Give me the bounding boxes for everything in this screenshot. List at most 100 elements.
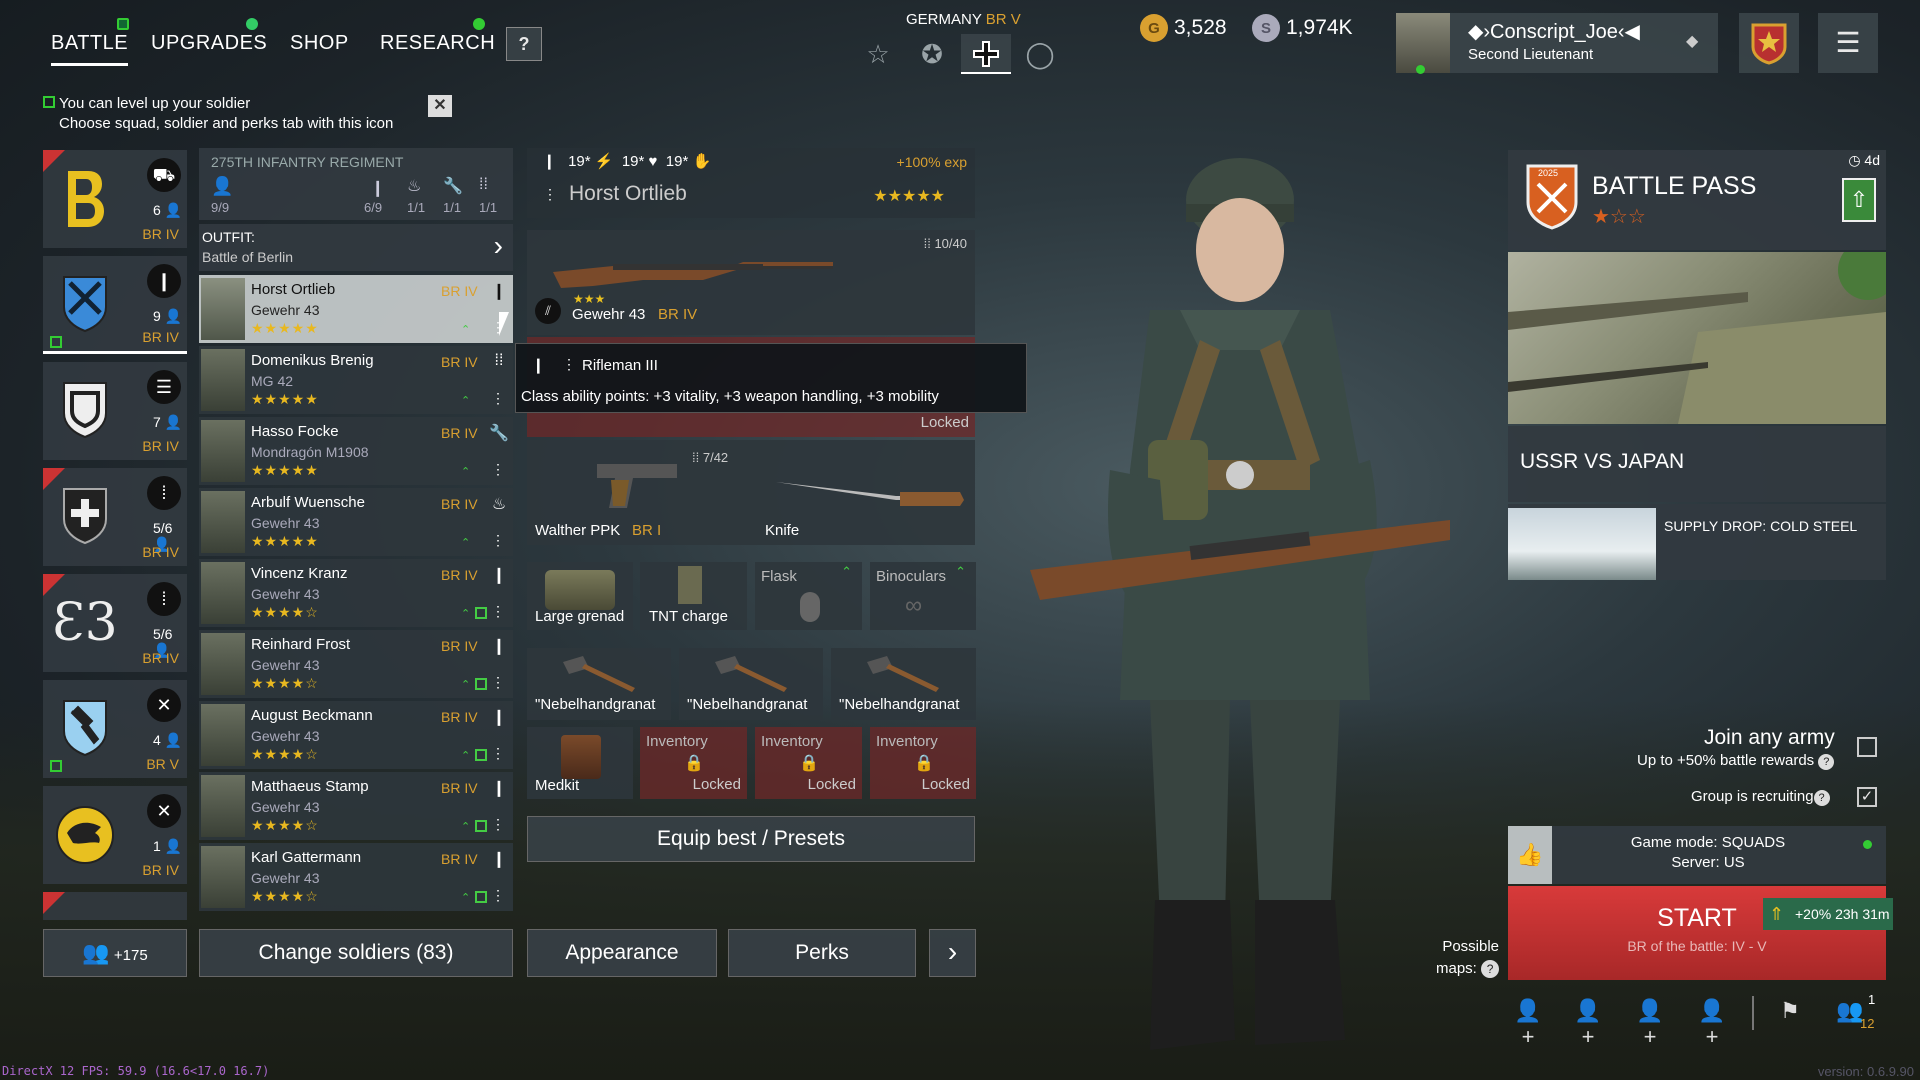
slot-label: Medkit — [535, 777, 580, 794]
squad-card-mg[interactable]: Ɛ3 ⁞ 5/6 👤 BR IV — [43, 574, 187, 672]
invite-friend-icon[interactable]: 👤+ — [1692, 998, 1732, 1049]
medkit-image — [561, 735, 601, 779]
change-soldiers-button[interactable]: Change soldiers (83) — [199, 929, 513, 977]
army-tab-germany[interactable] — [961, 34, 1011, 74]
soldier-br: BR IV — [441, 283, 478, 299]
soldier-stars: ★★★★☆ — [251, 888, 319, 904]
squad-emblem-cross — [53, 480, 117, 554]
appearance-button[interactable]: Appearance — [527, 929, 717, 977]
soldier-portrait — [201, 633, 245, 695]
group-recruiting-checkbox[interactable]: ✓ — [1857, 787, 1877, 807]
event-title-card[interactable]: USSR VS JAPAN — [1508, 426, 1886, 502]
close-hint-button[interactable]: ✕ — [428, 95, 452, 117]
soldier-menu-icon[interactable]: ⋮ — [491, 390, 505, 407]
squad-card-vehicle[interactable]: ⛟ 6 👤 BR IV — [43, 150, 187, 248]
possible-maps[interactable]: Possible maps: ? — [1436, 936, 1500, 980]
pistol-slot[interactable]: ⁞⁞ 7/42 Walther PPK BR I — [527, 440, 747, 545]
party-online-count: 12 — [1860, 1016, 1875, 1031]
squad-card-tank[interactable]: ✕ 1 👤 BR IV — [43, 786, 187, 884]
soldier-row[interactable]: Reinhard Frost Gewehr 43 ★★★★☆ BR IV ❙ ⌃… — [199, 630, 513, 698]
event-banner-image[interactable] — [1508, 240, 1898, 424]
soldier-menu-icon[interactable]: ⋮ — [491, 674, 505, 691]
add-squad-button[interactable]: 👥 +175 — [43, 929, 187, 977]
equipment-slot[interactable]: Binoculars ∞ ⌃ — [870, 562, 976, 630]
soldier-menu-icon[interactable]: ⋮ — [491, 461, 505, 478]
level-up-icon — [43, 96, 55, 108]
invite-friend-icon[interactable]: 👤+ — [1630, 998, 1670, 1049]
rank-badge-button[interactable] — [1739, 13, 1799, 73]
equipment-slot[interactable]: Large grenad — [527, 562, 633, 630]
profile-card[interactable]: ◆›Conscript_Joe‹◀ Second Lieutenant ◆ — [1396, 13, 1718, 74]
pistol-name: Walther PPK — [535, 522, 621, 539]
squad-card-engineer[interactable]: ✕ 4 👤 BR V — [43, 680, 187, 778]
squad-card-medic[interactable]: ⁞ 5/6 👤 BR IV — [43, 468, 187, 566]
soldier-menu-icon[interactable]: ⋮ — [491, 887, 505, 904]
army-tab-usa[interactable]: ☆ — [853, 34, 903, 74]
perks-button[interactable]: Perks — [728, 929, 916, 977]
soldier-weapon: Gewehr 43 — [251, 657, 320, 673]
soldier-row[interactable]: Karl Gattermann Gewehr 43 ★★★★☆ BR IV ❙ … — [199, 843, 513, 911]
thumbs-up-icon[interactable]: 👍 — [1508, 826, 1552, 884]
soldier-br: BR IV — [441, 638, 478, 654]
soldier-br: BR IV — [441, 780, 478, 796]
grenade-slot[interactable]: "Nebelhandgranat — [679, 648, 823, 720]
inventory-slot[interactable]: Inventory 🔒 Locked — [640, 727, 747, 799]
crossed-tools-icon: ✕ — [147, 794, 181, 828]
inventory-slot[interactable]: Inventory 🔒 Locked — [755, 727, 862, 799]
silver-currency[interactable]: S 1,974K — [1252, 14, 1353, 42]
soldier-row[interactable]: August Beckmann Gewehr 43 ★★★★☆ BR IV ❙ … — [199, 701, 513, 769]
tab-upgrades[interactable]: UPGRADES — [151, 32, 267, 55]
grenade-slot[interactable]: "Nebelhandgranat — [831, 648, 976, 720]
army-tab-ussr[interactable]: ✪ — [907, 34, 957, 74]
soldier-row[interactable]: Arbulf Wuensche Gewehr 43 ★★★★★ BR IV ♨ … — [199, 488, 513, 556]
next-button[interactable]: › — [929, 929, 976, 977]
soldier-row[interactable]: Domenikus Brenig MG 42 ★★★★★ BR IV ⁞⁞ ⌃ … — [199, 346, 513, 414]
soldier-menu-icon: ⋮ — [562, 356, 576, 372]
exp-bonus: +100% exp — [896, 154, 967, 170]
gold-currency[interactable]: G 3,528 — [1140, 14, 1227, 42]
squad-card-rifle[interactable]: ❙ 9 👤 BR IV — [43, 256, 187, 354]
flag-icon[interactable]: ⚑ — [1770, 998, 1810, 1032]
rifle-class-icon: ❙ — [492, 567, 506, 584]
medkit-slot[interactable]: Medkit — [527, 727, 633, 799]
supply-drop-card[interactable]: SUPPLY DROP: COLD STEEL — [1508, 504, 1886, 580]
equipment-slot[interactable]: Flask ⌃ — [755, 562, 862, 630]
soldier-menu-icon[interactable]: ⋮ — [543, 186, 557, 203]
tab-research[interactable]: RESEARCH — [380, 32, 495, 55]
soldier-row[interactable]: Horst Ortlieb Gewehr 43 ★★★★★ BR IV ❙ ⌃ … — [199, 275, 513, 343]
inventory-slot[interactable]: Inventory 🔒 Locked — [870, 727, 976, 799]
soldier-menu-icon[interactable]: ⋮ — [491, 603, 505, 620]
soldier-name: Hasso Focke — [251, 423, 339, 440]
melee-slot[interactable]: Knife — [751, 440, 975, 545]
tab-battle[interactable]: BATTLE — [51, 32, 129, 66]
soldier-row[interactable]: Hasso Focke Mondragón M1908 ★★★★★ BR IV … — [199, 417, 513, 485]
game-mode-card[interactable]: 👍 Game mode: SQUADS Server: US — [1508, 826, 1886, 884]
mouse-cursor-icon — [499, 312, 509, 336]
outfit-label: OUTFIT: — [202, 229, 255, 245]
grenade-slot[interactable]: "Nebelhandgranat — [527, 648, 671, 720]
help-circle-icon: ? — [1818, 754, 1835, 770]
soldier-row[interactable]: Matthaeus Stamp Gewehr 43 ★★★★☆ BR IV ❙ … — [199, 772, 513, 840]
outfit-selector[interactable]: OUTFIT: Battle of Berlin › — [199, 224, 513, 271]
soldier-row[interactable]: Vincenz Kranz Gewehr 43 ★★★★☆ BR IV ❙ ⌃ … — [199, 559, 513, 627]
squad-card-assault[interactable]: ☰ 7 👤 BR IV — [43, 362, 187, 460]
battle-pass-card[interactable]: 2025 BATTLE PASS ★☆☆ ◷ 4d ⇧ — [1508, 150, 1886, 250]
soldier-menu-icon[interactable]: ⋮ — [491, 745, 505, 762]
soldier-menu-icon[interactable]: ⋮ — [491, 532, 505, 549]
equipment-slot[interactable]: TNT charge — [640, 562, 747, 630]
soldier-name: Domenikus Brenig — [251, 352, 374, 369]
army-label: GERMANY BR V — [906, 11, 1021, 28]
invite-friend-icon[interactable]: 👤+ — [1508, 998, 1548, 1049]
start-button[interactable]: START BR of the battle: IV - V ⇑ +20% 23h… — [1508, 886, 1893, 980]
soldier-menu-icon[interactable]: ⋮ — [491, 816, 505, 833]
invite-friend-icon[interactable]: 👤+ — [1568, 998, 1608, 1049]
primary-weapon-slot[interactable]: ★★★ ⫽ Gewehr 43 BR IV ⁞⁞ 10/40 — [527, 230, 975, 335]
equip-best-button[interactable]: Equip best / Presets — [527, 816, 975, 862]
menu-button[interactable]: ☰ — [1818, 13, 1878, 73]
join-any-army-checkbox[interactable] — [1857, 737, 1877, 757]
inventory-label: Inventory — [646, 733, 708, 750]
help-button[interactable]: ? — [506, 27, 542, 61]
tab-shop[interactable]: SHOP — [290, 32, 349, 55]
squad-card-partial[interactable] — [43, 892, 187, 920]
army-tab-japan[interactable]: ◯ — [1015, 34, 1065, 74]
